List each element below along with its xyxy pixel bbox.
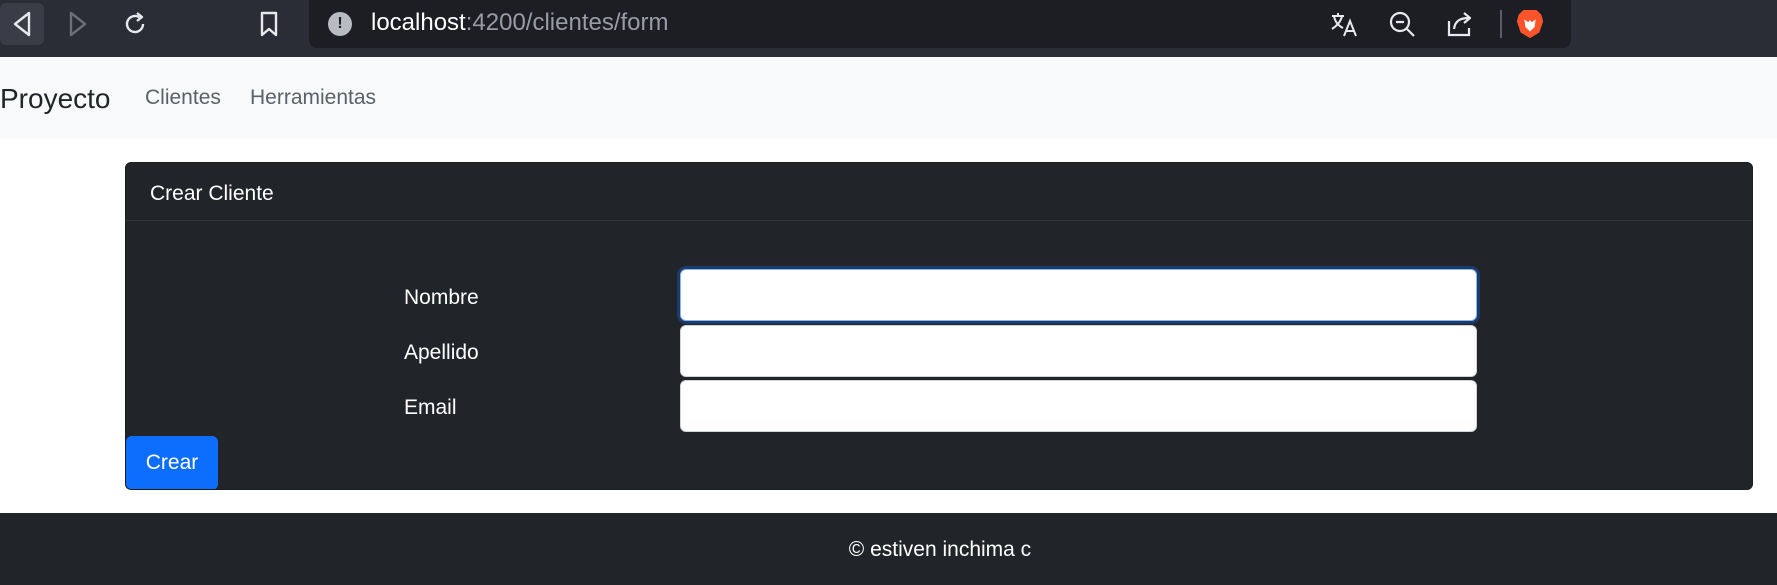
nombre-label: Nombre [404, 286, 479, 309]
site-info-icon[interactable]: ! [328, 12, 352, 36]
apellido-input[interactable] [680, 325, 1477, 377]
url-host: localhost [371, 9, 466, 36]
share-icon[interactable] [1445, 9, 1475, 39]
card-title: Crear Cliente [150, 182, 274, 205]
url-text[interactable]: localhost:4200/clientes/form [371, 9, 669, 37]
create-client-card: Crear Cliente Nombre Apellido Email Crea… [125, 162, 1753, 490]
forward-button[interactable] [56, 3, 100, 45]
nav-link-herramientas[interactable]: Herramientas [250, 86, 376, 110]
url-path: :4200/clientes/form [465, 9, 669, 36]
footer-text: © estiven inchima c [848, 538, 1032, 561]
bookmark-icon [260, 11, 278, 37]
zoom-out-icon[interactable] [1387, 9, 1417, 39]
bookmark-button[interactable] [247, 3, 291, 45]
brave-lion-icon[interactable] [1515, 9, 1545, 39]
nombre-input[interactable] [680, 269, 1477, 321]
navbar-brand[interactable]: Proyecto [0, 83, 111, 115]
forward-icon [69, 11, 87, 37]
address-bar[interactable]: ! localhost:4200/clientes/form [309, 0, 1571, 48]
email-input[interactable] [680, 380, 1477, 432]
translate-icon[interactable] [1329, 9, 1359, 39]
reload-button[interactable] [113, 3, 157, 45]
crear-button[interactable]: Crear [126, 436, 218, 489]
browser-toolbar: ! localhost:4200/clientes/form [0, 0, 1777, 57]
card-header: Crear Cliente [126, 163, 1752, 221]
back-icon [13, 11, 31, 37]
toolbar-separator [1500, 10, 1502, 38]
back-button[interactable] [0, 3, 44, 45]
navbar: Proyecto Clientes Herramientas [0, 57, 1777, 139]
nav-link-clientes[interactable]: Clientes [145, 86, 221, 110]
reload-icon [125, 12, 145, 34]
email-label: Email [404, 396, 457, 419]
footer: © estiven inchima c [0, 513, 1777, 585]
apellido-label: Apellido [404, 341, 479, 364]
